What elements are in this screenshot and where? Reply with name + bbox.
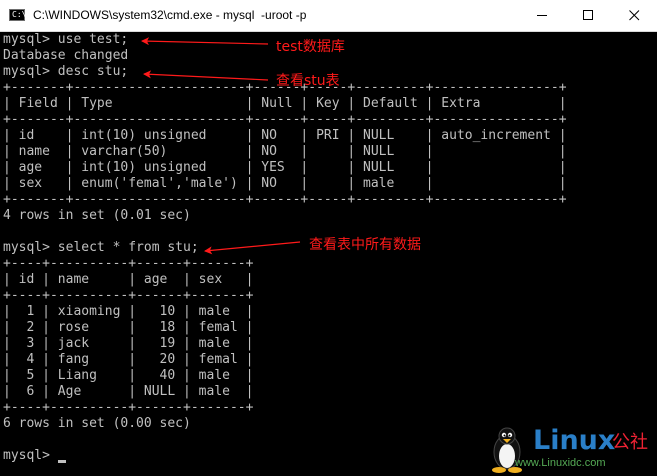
arrow-desc-stu [143, 70, 269, 81]
watermark-brand: Linux [533, 425, 616, 456]
annotation-select-all: 查看表中所有数据 [309, 237, 421, 253]
arrow-select-all [204, 241, 301, 255]
arrow-test-db [141, 37, 269, 46]
annotation-desc-stu: 查看stu表 [276, 73, 340, 89]
watermark-suffix: 公社 [612, 432, 648, 453]
watermark-url: www.Linuxidc.com [515, 457, 606, 469]
watermark-logo: Linux 公社 www.Linuxidc.com [485, 424, 657, 476]
annotation-test-db: test数据库 [276, 39, 345, 55]
